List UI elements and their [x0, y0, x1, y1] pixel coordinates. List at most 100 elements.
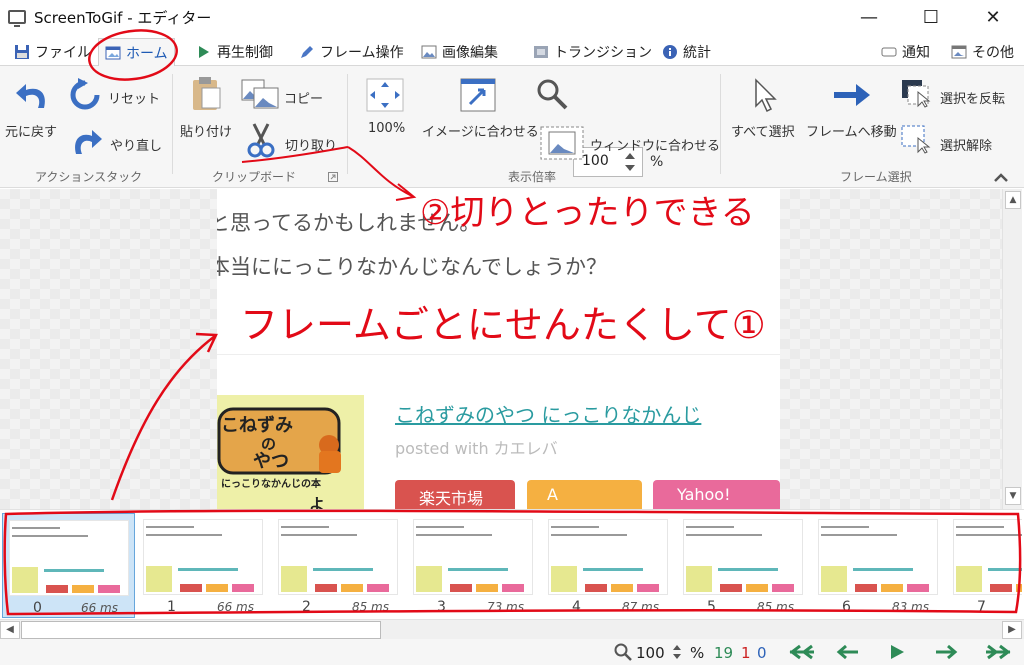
copy-icon[interactable]	[240, 78, 280, 110]
goto-frame-label[interactable]: フレームへ移動	[806, 121, 897, 140]
frame-count-current: 0	[757, 644, 767, 662]
zoom-group-label: 表示倍率	[508, 170, 557, 184]
tab-home[interactable]: ホーム	[98, 38, 175, 66]
frame-number: 7	[977, 599, 986, 615]
invert-selection-label[interactable]: 選択を反転	[940, 88, 1005, 107]
tab-image-edit[interactable]: 画像編集	[415, 38, 504, 66]
frame-item[interactable]: 7	[947, 513, 1022, 618]
frame-thumbnail	[278, 519, 398, 595]
status-zoom-icon	[614, 643, 632, 661]
reset-label[interactable]: リセット	[108, 88, 160, 107]
arrow-right-icon[interactable]	[832, 80, 872, 110]
horizontal-scroll-thumb[interactable]	[21, 621, 381, 639]
paste-label[interactable]: 貼り付け	[180, 121, 232, 140]
deselect-icon[interactable]	[900, 124, 932, 154]
ribbon-home: 元に戻す リセット やり直し アクションスタック 貼り付け コピー 切り取り ク…	[0, 66, 1024, 188]
vertical-scrollbar[interactable]: ▲ ▼	[1002, 189, 1022, 509]
frame-preview: と思ってるかもしれません。 本当ににっこりなかんじなんでしょうか？ こねずみ の…	[217, 189, 780, 509]
product-link[interactable]: こねずみのやつ にっこりなかんじ	[395, 399, 701, 428]
other-button[interactable]: その他	[945, 38, 1020, 66]
scroll-up-arrow-icon[interactable]: ▲	[1005, 191, 1021, 209]
thumb-link	[44, 569, 104, 572]
minimize-button[interactable]: —	[838, 0, 900, 34]
preview-text-line-2: 本当ににっこりなかんじなんでしょうか？	[217, 255, 607, 279]
undo-icon[interactable]	[14, 78, 54, 114]
cursor-icon[interactable]	[752, 78, 780, 114]
fit-image-icon[interactable]	[460, 78, 496, 112]
scissors-icon[interactable]	[246, 122, 276, 158]
redo-label[interactable]: やり直し	[110, 135, 162, 154]
thumb-button	[855, 584, 877, 592]
shop-button-yahoo-label: Yahoo!	[677, 485, 731, 504]
reset-icon[interactable]	[68, 78, 102, 112]
paste-icon[interactable]	[190, 76, 222, 112]
shop-button-amazon[interactable]: A	[527, 480, 642, 509]
book-title-line-1: こねずみ	[221, 415, 293, 436]
frame-item[interactable]: 0 66 ms	[2, 513, 135, 618]
status-zoom-spinner-icon[interactable]	[672, 644, 682, 660]
magnifier-icon	[537, 79, 568, 110]
tab-playback[interactable]: 再生制御	[190, 38, 279, 66]
thumb-button	[611, 584, 633, 592]
pencil-icon	[301, 46, 313, 58]
collapse-ribbon-icon[interactable]	[993, 172, 1009, 182]
tab-file[interactable]: ファイル	[8, 38, 97, 66]
shop-button-amazon-label: A	[547, 485, 558, 504]
frame-number: 2	[302, 599, 311, 615]
fit-window-icon[interactable]	[540, 126, 584, 160]
close-button[interactable]: ✕	[962, 0, 1024, 34]
horizontal-scrollbar[interactable]: ◀ ▶	[0, 619, 1024, 639]
actual-size-icon[interactable]	[366, 78, 404, 112]
scroll-down-arrow-icon[interactable]: ▼	[1005, 487, 1021, 505]
frame-list: 0 66 ms 1 66 ms 2 85 ms 3 73 ms 4 87 ms …	[0, 509, 1024, 619]
status-bar: 100 % 19 1 0	[0, 639, 1024, 665]
last-frame-icon[interactable]	[984, 644, 1014, 660]
frame-item[interactable]: 4 87 ms	[542, 513, 675, 618]
maximize-button[interactable]: ☐	[900, 0, 962, 34]
status-zoom-value[interactable]: 100	[636, 644, 665, 662]
tab-image-edit-label: 画像編集	[442, 45, 498, 61]
thumb-line	[281, 534, 357, 536]
frame-item[interactable]: 3 73 ms	[407, 513, 540, 618]
copy-label[interactable]: コピー	[284, 88, 323, 107]
shop-button-yahoo[interactable]: Yahoo!	[653, 480, 780, 509]
thumb-line	[686, 534, 762, 536]
thumb-button	[502, 584, 524, 592]
undo-label[interactable]: 元に戻す	[5, 121, 57, 140]
next-frame-icon[interactable]	[934, 644, 958, 660]
thumb-line	[551, 534, 627, 536]
book-cover-image: こねずみ の やつ にっこりなかんじの本 よ	[217, 395, 364, 509]
thumb-link	[583, 568, 643, 571]
frame-item[interactable]: 1 66 ms	[137, 513, 270, 618]
fit-image-label[interactable]: イメージに合わせる	[422, 121, 539, 140]
scroll-left-arrow-icon[interactable]: ◀	[0, 621, 20, 639]
zoom-input-value: 100	[582, 153, 609, 169]
select-all-label[interactable]: すべて選択	[731, 121, 795, 140]
previous-frame-icon[interactable]	[836, 644, 860, 660]
shop-button-rakuten[interactable]: 楽天市場	[395, 480, 515, 509]
frame-item[interactable]: 2 85 ms	[272, 513, 405, 618]
frame-thumbnail	[953, 519, 1022, 595]
thumb-link	[718, 568, 778, 571]
thumb-book	[686, 566, 712, 592]
invert-selection-icon[interactable]	[900, 78, 932, 108]
fit-window-label[interactable]: ウィンドウに合わせる	[590, 135, 720, 154]
cut-label[interactable]: 切り取り	[285, 135, 337, 154]
play-frames-icon[interactable]	[888, 643, 906, 661]
thumb-line	[551, 526, 599, 528]
frame-number: 1	[167, 599, 176, 615]
tab-frame-ops[interactable]: フレーム操作	[293, 38, 410, 66]
frame-item[interactable]: 6 83 ms	[812, 513, 945, 618]
thumb-button	[98, 585, 120, 593]
redo-icon[interactable]	[70, 124, 104, 158]
tab-transition[interactable]: トランジション	[527, 38, 658, 66]
deselect-label[interactable]: 選択解除	[940, 135, 992, 154]
zoom-100-label[interactable]: 100%	[368, 121, 405, 136]
notify-button[interactable]: 通知	[875, 38, 936, 66]
first-frame-icon[interactable]	[786, 644, 816, 660]
frame-item[interactable]: 5 85 ms	[677, 513, 810, 618]
dialog-launcher-icon[interactable]	[328, 172, 338, 182]
scroll-right-arrow-icon[interactable]: ▶	[1002, 621, 1022, 639]
tab-stats[interactable]: 統計	[656, 38, 717, 66]
picture-icon	[421, 45, 437, 59]
